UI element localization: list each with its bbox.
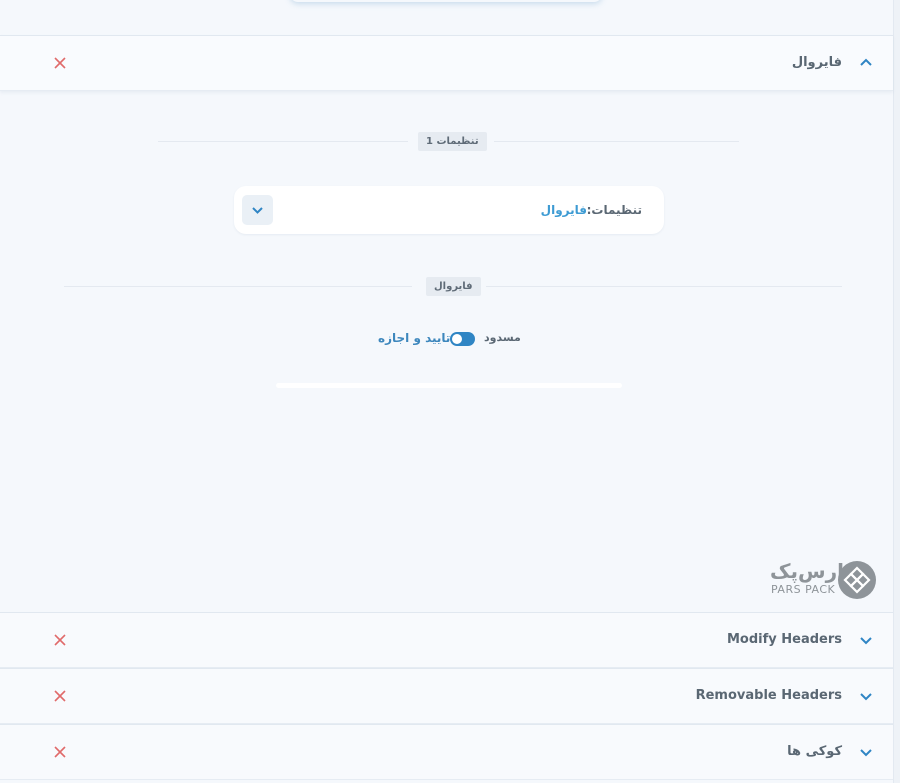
toggle-off-label: مسدود: [484, 331, 521, 344]
logo-mark-icon: [838, 561, 876, 599]
close-icon[interactable]: [52, 55, 68, 71]
toggle-knob: [452, 334, 462, 344]
chevron-down-icon[interactable]: [859, 689, 873, 703]
chevron-down-icon[interactable]: [859, 745, 873, 759]
select-value: فایروال: [540, 203, 587, 217]
accordion-title: کوکی ها: [787, 744, 842, 759]
chevron-down-icon[interactable]: [859, 633, 873, 647]
accordion-firewall-header[interactable]: فایروال: [0, 35, 893, 91]
close-icon[interactable]: [52, 688, 68, 704]
select-dropdown-button[interactable]: [242, 195, 273, 225]
divider-line: [64, 286, 412, 287]
accordion-removable-headers[interactable]: Removable Headers: [0, 668, 893, 724]
firewall-separator: فایروال: [0, 277, 900, 297]
top-card-edge: [290, 0, 602, 2]
content-bar: [276, 383, 622, 388]
logo-english-text: PARS PACK: [771, 583, 836, 596]
main-panel: فایروال تنظیمات 1 تنظیمات: فایروال فایرو…: [0, 0, 894, 783]
toggle-on-label: تایید و اجازه: [378, 331, 451, 345]
settings-separator: تنظیمات 1: [0, 132, 900, 152]
accordion-title: Removable Headers: [695, 688, 842, 703]
divider-line: [486, 286, 842, 287]
select-label: تنظیمات:: [586, 203, 642, 217]
firewall-badge: فایروال: [426, 277, 481, 296]
divider-line: [494, 141, 739, 142]
accordion-cookies[interactable]: کوکی ها: [0, 724, 893, 780]
settings-select[interactable]: تنظیمات: فایروال: [234, 186, 664, 234]
close-icon[interactable]: [52, 744, 68, 760]
accordion-title: Modify Headers: [726, 632, 842, 647]
chevron-up-icon[interactable]: [859, 56, 873, 70]
chevron-down-icon: [252, 207, 263, 214]
accordion-modify-headers[interactable]: Modify Headers: [0, 612, 893, 668]
settings-badge: تنظیمات 1: [418, 132, 487, 151]
firewall-toggle-row: تایید و اجازه مسدود: [0, 328, 900, 350]
close-icon[interactable]: [52, 632, 68, 648]
divider-line: [158, 141, 408, 142]
accordion-title: فایروال: [791, 55, 842, 70]
parspack-logo: پارس‌پک PARS PACK: [768, 559, 878, 601]
firewall-toggle[interactable]: [450, 332, 475, 346]
